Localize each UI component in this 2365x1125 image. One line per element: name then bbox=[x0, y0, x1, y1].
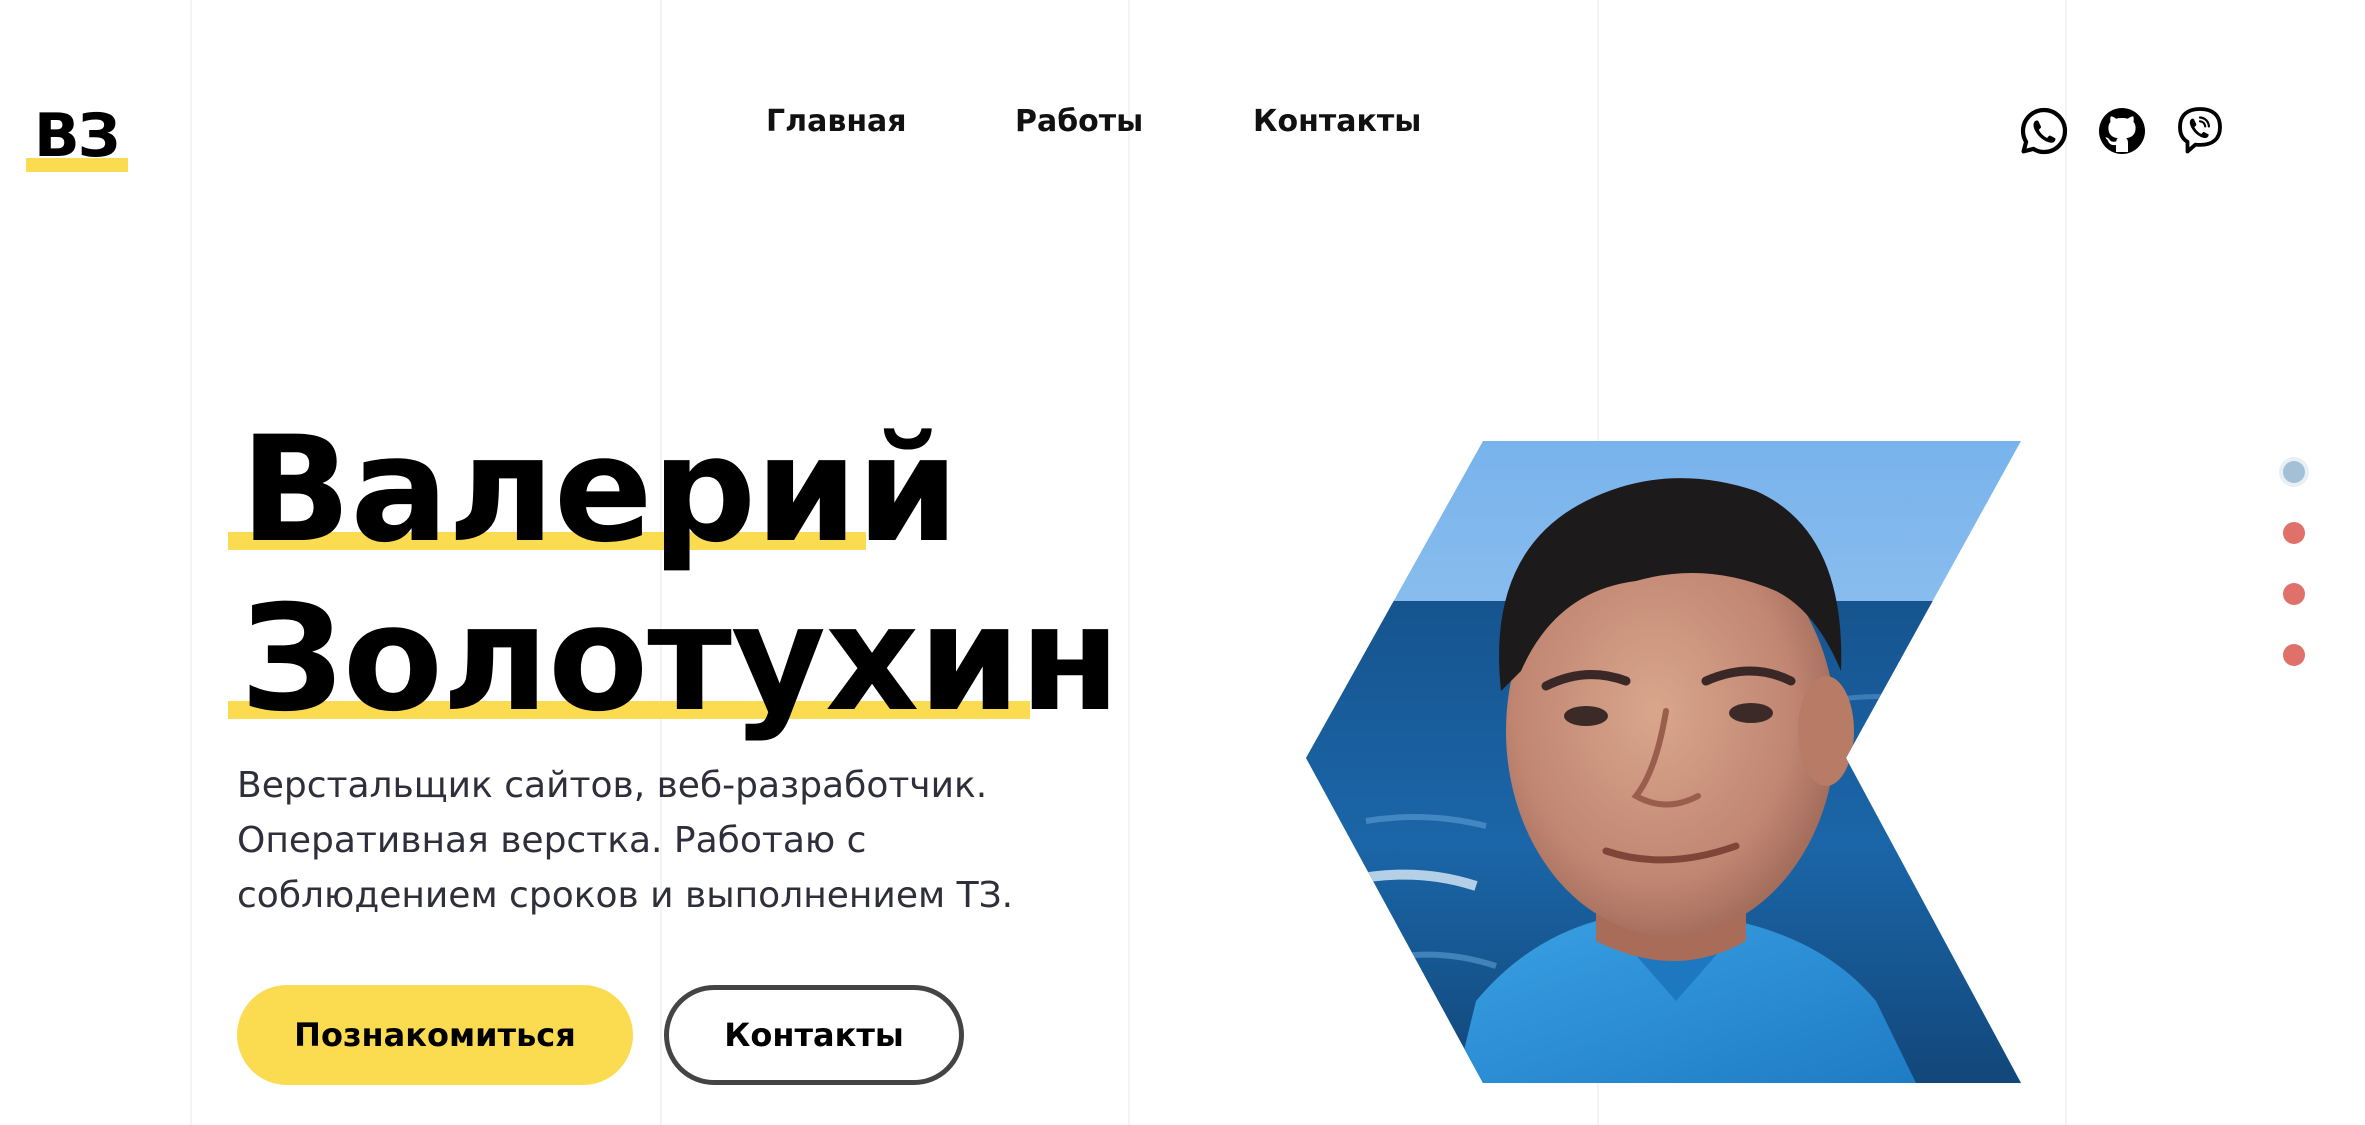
hero-name-line1: Валерий bbox=[228, 405, 959, 575]
grid-line bbox=[190, 0, 192, 1125]
pagination-dot[interactable] bbox=[2283, 522, 2305, 544]
get-acquainted-button[interactable]: Познакомиться bbox=[237, 985, 633, 1085]
grid-line bbox=[1128, 0, 1130, 1125]
hero-last-name: Золотухин bbox=[240, 574, 1120, 744]
contacts-button[interactable]: Контакты bbox=[664, 985, 964, 1085]
profile-photo bbox=[1306, 441, 2021, 1083]
hero-name-line2: Золотухин bbox=[228, 574, 1120, 744]
whatsapp-icon[interactable] bbox=[2019, 106, 2069, 156]
viber-icon[interactable] bbox=[2175, 106, 2225, 156]
nav-link-home[interactable]: Главная bbox=[766, 100, 907, 144]
github-icon[interactable] bbox=[2097, 106, 2147, 156]
hero-description: Верстальщик сайтов, веб-разработчик. Опе… bbox=[237, 765, 1014, 916]
logo-text: ВЗ bbox=[34, 101, 120, 171]
grid-line bbox=[2065, 0, 2067, 1125]
hero-first-name: Валерий bbox=[240, 405, 959, 575]
pagination-dot[interactable] bbox=[2283, 644, 2305, 666]
pagination-dot[interactable] bbox=[2283, 583, 2305, 605]
nav-link-contacts[interactable]: Контакты bbox=[1253, 100, 1421, 144]
logo[interactable]: ВЗ bbox=[26, 96, 128, 176]
pagination-dot-active[interactable] bbox=[2283, 461, 2305, 483]
nav-link-works[interactable]: Работы bbox=[1015, 100, 1143, 144]
